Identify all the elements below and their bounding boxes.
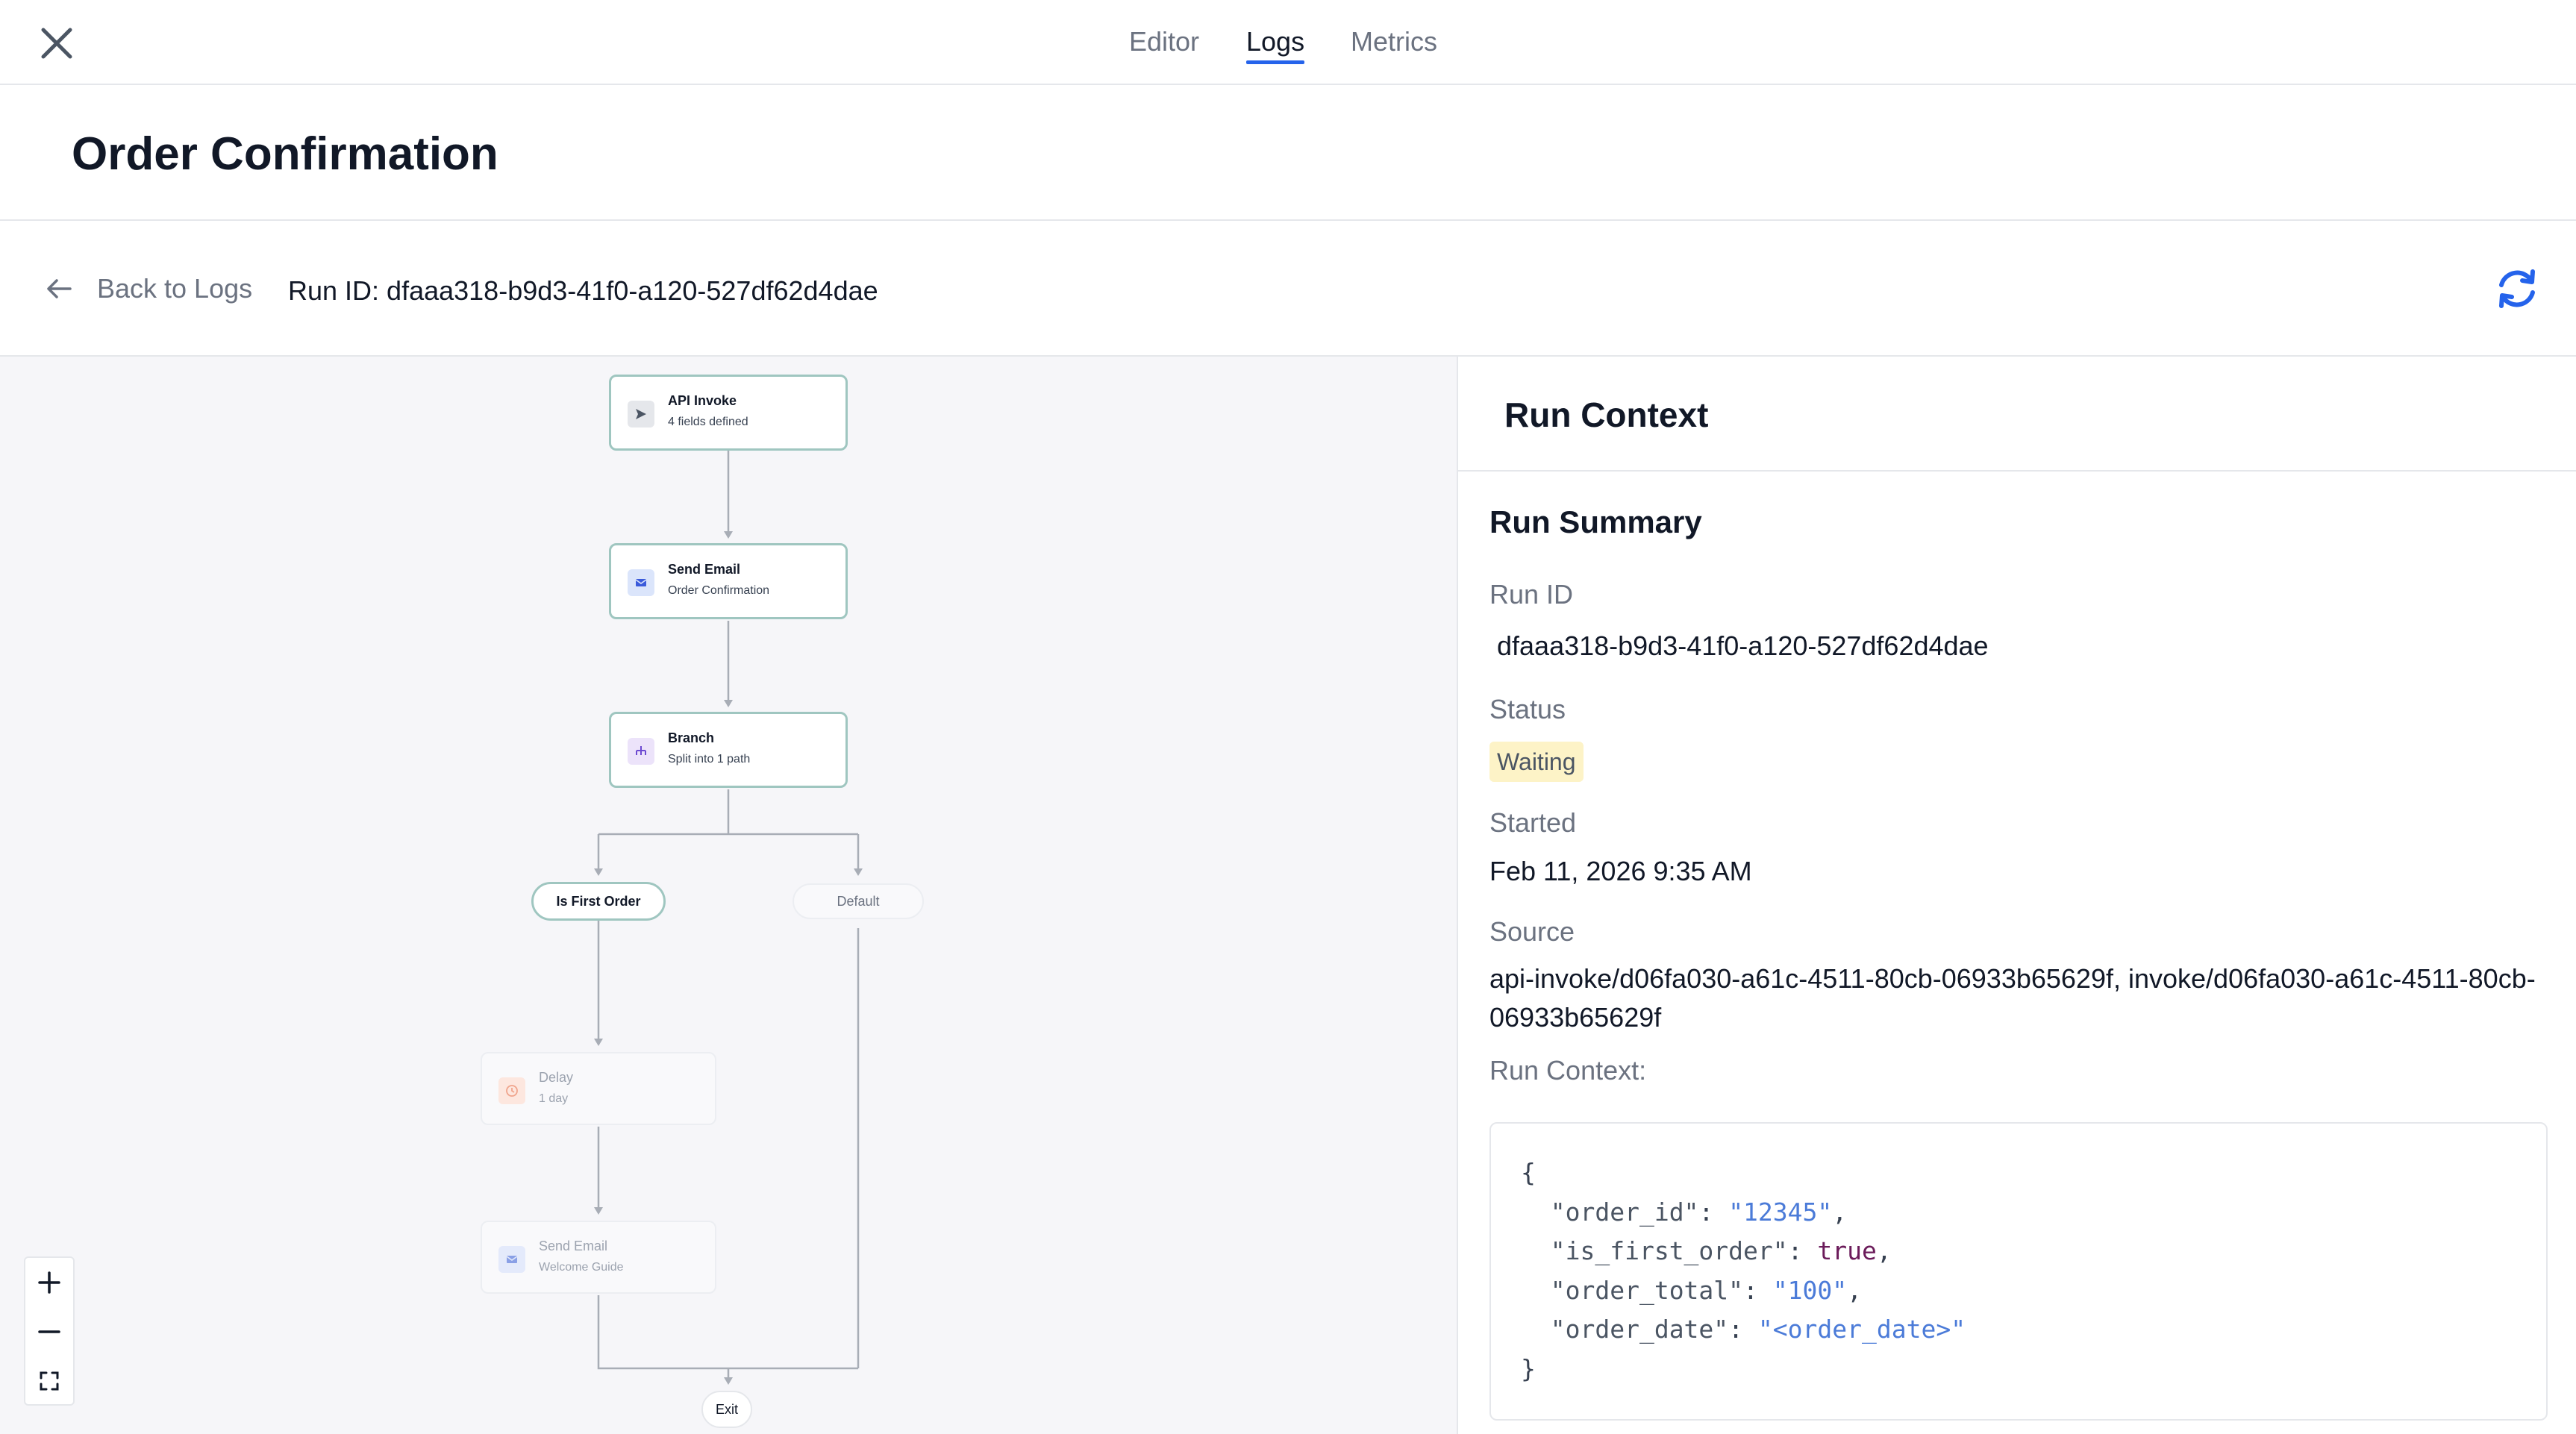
workflow-node-send-email-welcome[interactable]: Send Email Welcome Guide bbox=[481, 1221, 716, 1294]
panel-title: Run Context bbox=[1504, 395, 1709, 434]
json-close-brace: } bbox=[1521, 1353, 1536, 1383]
zoom-out-icon bbox=[38, 1330, 60, 1333]
run-toolbar: Back to Logs Run ID: dfaaa318-b9d3-41f0-… bbox=[0, 221, 2576, 357]
json-open-brace: { bbox=[1521, 1158, 1536, 1187]
clock-icon bbox=[498, 1077, 525, 1104]
workflow-canvas[interactable]: API Invoke 4 fields defined Send Email O… bbox=[0, 357, 1457, 1434]
back-to-logs-link[interactable]: Back to Logs bbox=[45, 270, 252, 307]
run-context-label: Run Context: bbox=[1489, 1055, 1647, 1086]
workflow-edges bbox=[594, 451, 863, 1385]
started-label: Started bbox=[1489, 807, 1577, 838]
branch-path-is-first-order[interactable]: Is First Order bbox=[531, 882, 666, 921]
run-context-panel: Run Context Run Summary Run ID dfaaa318-… bbox=[1457, 357, 2576, 1434]
run-context-json[interactable]: { "order_id": "12345", "is_first_order":… bbox=[1489, 1122, 2548, 1421]
json-value: "<order_date>" bbox=[1757, 1315, 1966, 1344]
mail-icon bbox=[498, 1246, 525, 1273]
started-value: Feb 11, 2026 9:35 AM bbox=[1489, 856, 1752, 886]
zoom-in-button[interactable] bbox=[25, 1258, 73, 1307]
tab-editor[interactable]: Editor bbox=[1129, 24, 1199, 60]
close-button[interactable] bbox=[36, 22, 78, 64]
node-subtitle: Order Confirmation bbox=[668, 584, 770, 597]
branch-icon bbox=[628, 738, 654, 765]
workflow-node-delay[interactable]: Delay 1 day bbox=[481, 1052, 716, 1125]
status-label: Status bbox=[1489, 694, 1566, 724]
workflow-node-api-invoke[interactable]: API Invoke 4 fields defined bbox=[609, 375, 848, 451]
node-title: API Invoke bbox=[668, 393, 737, 408]
run-id-label: Run ID bbox=[1489, 579, 1574, 610]
status-badge: Waiting bbox=[1489, 742, 1584, 782]
node-title: Send Email bbox=[539, 1239, 608, 1253]
close-icon bbox=[41, 28, 72, 59]
send-icon bbox=[628, 401, 654, 428]
tab-logs[interactable]: Logs bbox=[1246, 24, 1305, 64]
run-id-heading: Run ID: dfaaa318-b9d3-41f0-a120-527df62d… bbox=[288, 275, 878, 306]
refresh-icon bbox=[2499, 269, 2535, 308]
json-key: "order_id" bbox=[1550, 1197, 1699, 1227]
zoom-in-icon bbox=[38, 1271, 60, 1294]
page-header: Order Confirmation bbox=[0, 85, 2576, 221]
refresh-button[interactable] bbox=[2491, 263, 2543, 315]
mail-icon bbox=[628, 569, 654, 596]
node-title: Send Email bbox=[668, 562, 741, 577]
source-label: Source bbox=[1489, 916, 1575, 947]
zoom-controls bbox=[24, 1256, 75, 1406]
node-subtitle: Split into 1 path bbox=[668, 753, 751, 765]
workflow-node-send-email[interactable]: Send Email Order Confirmation bbox=[609, 543, 848, 619]
node-title: Branch bbox=[668, 730, 715, 745]
json-key: "order_date" bbox=[1550, 1315, 1729, 1344]
source-value: api-invoke/d06fa030-a61c-4511-80cb-06933… bbox=[1489, 963, 2536, 1033]
branch-path-default[interactable]: Default bbox=[793, 883, 924, 919]
tab-metrics[interactable]: Metrics bbox=[1351, 24, 1437, 60]
json-value: "100" bbox=[1772, 1275, 1848, 1305]
node-subtitle: Welcome Guide bbox=[539, 1261, 624, 1274]
json-value: true bbox=[1817, 1236, 1877, 1265]
arrow-left-icon bbox=[47, 279, 72, 298]
json-key: "is_first_order" bbox=[1550, 1236, 1788, 1265]
run-id-value: dfaaa318-b9d3-41f0-a120-527df62d4dae bbox=[1497, 630, 1989, 661]
workflow-node-branch[interactable]: Branch Split into 1 path bbox=[609, 712, 848, 788]
fit-view-icon bbox=[40, 1371, 59, 1391]
top-bar: Editor Logs Metrics bbox=[0, 0, 2576, 85]
run-summary-title: Run Summary bbox=[1489, 504, 1702, 539]
page-title: Order Confirmation bbox=[72, 128, 498, 180]
zoom-out-button[interactable] bbox=[25, 1307, 73, 1356]
json-value: "12345" bbox=[1728, 1197, 1833, 1227]
workflow-exit-node[interactable]: Exit bbox=[701, 1391, 752, 1428]
fit-view-button[interactable] bbox=[25, 1356, 73, 1406]
active-tab-indicator bbox=[1246, 60, 1305, 64]
tab-logs-label: Logs bbox=[1246, 26, 1305, 57]
panel-header: Run Context bbox=[1458, 357, 2576, 472]
node-subtitle: 4 fields defined bbox=[668, 416, 748, 428]
node-subtitle: 1 day bbox=[539, 1092, 569, 1105]
back-to-logs-label: Back to Logs bbox=[97, 273, 253, 304]
json-key: "order_total" bbox=[1550, 1275, 1744, 1305]
node-title: Delay bbox=[539, 1070, 574, 1085]
